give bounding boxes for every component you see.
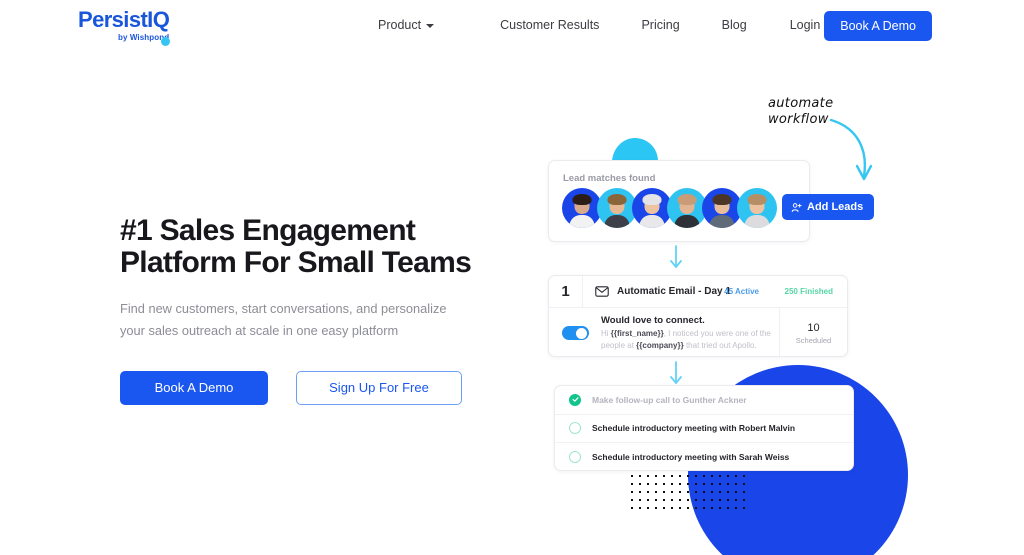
step-number: 1	[549, 276, 583, 307]
hero-book-demo-button[interactable]: Book A Demo	[120, 370, 268, 405]
email-enabled-toggle[interactable]	[561, 326, 589, 340]
nav-item-label: Customer Results	[500, 18, 600, 32]
scheduled-count: 10	[807, 321, 820, 334]
finished-count: 250 Finished	[784, 287, 833, 296]
avatar	[632, 188, 672, 228]
lead-matches-card: Lead matches found	[548, 160, 810, 242]
annotation-automate-workflow: automate workflow	[768, 96, 834, 128]
active-count: 45 Active	[724, 287, 759, 296]
merge-tag-first-name: {{first_name}}	[610, 329, 664, 338]
task-label: Schedule introductory meeting with Sarah…	[592, 452, 790, 463]
chevron-down-icon	[426, 24, 435, 28]
lead-matches-label: Lead matches found	[563, 173, 656, 184]
hero-illustration: automate workflow Lead matches found Add…	[520, 60, 1024, 555]
hero-signup-button[interactable]: Sign Up For Free	[296, 370, 462, 405]
task-row[interactable]: Schedule introductory meeting with Rober…	[555, 415, 853, 444]
nav-item-product[interactable]: Product	[378, 18, 435, 32]
nav-item-pricing[interactable]: Pricing	[641, 18, 679, 32]
avatar	[667, 188, 707, 228]
down-arrow-icon	[670, 361, 682, 384]
nav-item-customer-results[interactable]: Customer Results	[500, 18, 599, 32]
avatar-row	[562, 188, 777, 228]
envelope-icon	[595, 286, 609, 297]
nav-item-login[interactable]: Login	[790, 18, 821, 32]
logo[interactable]: PersistIQ by Wishpond	[78, 7, 171, 46]
merge-tag-company: {{company}}	[636, 341, 684, 350]
nav-item-label: Product	[378, 18, 422, 32]
hero-content: #1 Sales Engagement Platform For Small T…	[120, 214, 520, 405]
logo-wordmark: PersistIQ	[78, 7, 170, 32]
add-leads-label: Add Leads	[807, 201, 864, 213]
scheduled-label: Scheduled	[795, 335, 832, 345]
avatar	[702, 188, 742, 228]
email-toggle-wrapper	[549, 308, 601, 358]
email-step-card: 1 Automatic Email - Day 1 45 Active 250 …	[548, 275, 848, 358]
site-header: PersistIQ by Wishpond Product Customer R…	[0, 0, 1024, 50]
avatar	[737, 188, 777, 228]
email-subject: Would love to connect.	[601, 315, 705, 326]
check-circle-filled-icon[interactable]	[569, 393, 581, 406]
email-preview: Hi {{first_name}}, I noticed you were on…	[601, 328, 773, 352]
decorative-dot-grid	[628, 472, 750, 512]
check-circle-empty-icon[interactable]	[569, 451, 581, 464]
avatar	[562, 188, 602, 228]
nav-item-label: Blog	[721, 18, 747, 32]
task-label: Schedule introductory meeting with Rober…	[592, 423, 796, 434]
nav-item-label: Pricing	[641, 18, 680, 32]
hero-actions: Book A Demo Sign Up For Free	[120, 370, 520, 405]
email-card-body: Would love to connect. Hi {{first_name}}…	[549, 308, 847, 358]
task-list-card: Make follow-up call to Gunther Ackner Sc…	[554, 385, 854, 471]
task-row[interactable]: Schedule introductory meeting with Sarah…	[555, 443, 853, 472]
email-step-title: Automatic Email - Day 1	[617, 286, 731, 297]
check-circle-empty-icon[interactable]	[569, 422, 581, 435]
preview-text-1: Hi	[601, 329, 611, 338]
task-row[interactable]: Make follow-up call to Gunther Ackner	[555, 386, 853, 415]
nav-item-label: Login	[789, 18, 821, 32]
toggle-knob	[576, 327, 587, 339]
task-label: Make follow-up call to Gunther Ackner	[592, 394, 747, 405]
page-title: #1 Sales Engagement Platform For Small T…	[120, 214, 472, 280]
email-content: Would love to connect. Hi {{first_name}}…	[601, 308, 779, 358]
landing-page: PersistIQ by Wishpond Product Customer R…	[0, 0, 1024, 555]
avatar	[597, 188, 637, 228]
main-navigation: Product Customer Results Pricing Blog Lo…	[378, 0, 820, 50]
curved-arrow-icon	[829, 118, 873, 181]
preview-text-3: that tried out Apollo.	[683, 341, 757, 350]
down-arrow-icon	[670, 245, 682, 268]
logo-accent-dot	[161, 37, 171, 46]
email-card-header: 1 Automatic Email - Day 1 45 Active 250 …	[549, 276, 847, 308]
scheduled-stat: 10 Scheduled	[779, 308, 847, 358]
nav-item-blog[interactable]: Blog	[722, 18, 747, 32]
hero-subtitle: Find new customers, start conversations,…	[120, 300, 447, 338]
header-book-demo-button[interactable]: Book A Demo	[824, 11, 932, 41]
person-plus-icon	[791, 202, 802, 212]
add-leads-button[interactable]: Add Leads	[782, 194, 875, 220]
